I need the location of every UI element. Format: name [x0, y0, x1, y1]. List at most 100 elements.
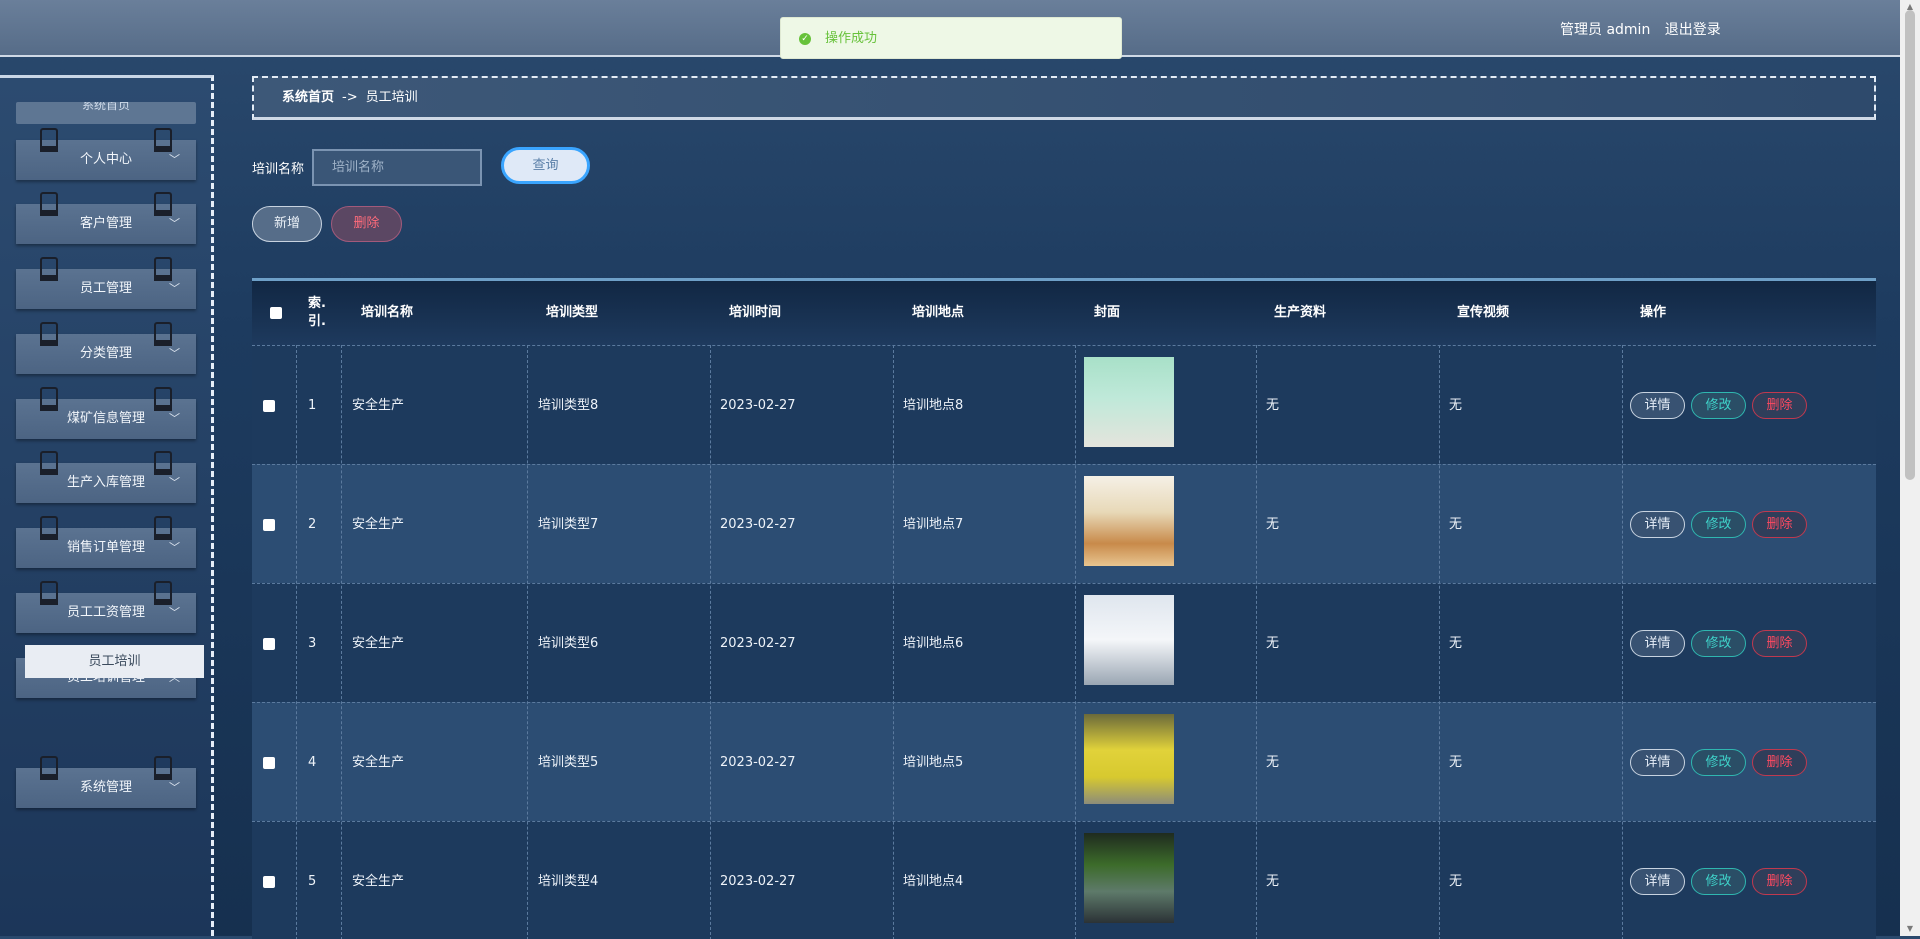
cell-time: 2023-02-27	[720, 636, 796, 651]
cell-video: 无	[1449, 398, 1463, 413]
sidebar-item-label: 销售订单管理	[66, 540, 145, 555]
table-row: 5 安全生产 培训类型4 2023-02-27 培训地点4 无 无 详情 修改 删除	[252, 821, 1876, 939]
add-button[interactable]: 新增	[252, 206, 322, 242]
binder-clip-icon	[40, 516, 58, 540]
detail-button[interactable]: 详情	[1630, 511, 1685, 538]
cell-material: 无	[1266, 517, 1280, 532]
chevron-down-icon: ﹀	[169, 476, 180, 489]
cover-thumbnail[interactable]	[1084, 833, 1174, 923]
delete-row-button[interactable]: 删除	[1752, 630, 1807, 657]
table-header: 索. 引. 培训名称 培训类型 培训时间 培训地点 封面 生产资料 宣传视频 操…	[252, 281, 1876, 345]
edit-button[interactable]: 修改	[1691, 630, 1746, 657]
cover-thumbnail[interactable]	[1084, 357, 1174, 447]
chevron-down-icon: ﹀	[169, 541, 180, 554]
cell-index: 5	[308, 874, 317, 889]
query-button[interactable]: 查询	[501, 147, 590, 184]
sidebar-item-label: 个人中心	[79, 152, 132, 167]
sidebar-item-system[interactable]: 系统管理 ﹀	[16, 756, 196, 808]
table-row: 3 安全生产 培训类型6 2023-02-27 培训地点6 无 无 详情 修改 删除	[252, 583, 1876, 703]
cell-name: 安全生产	[352, 636, 405, 651]
sidebar-item-label: 系统首页	[81, 102, 130, 112]
scrollbar-thumb[interactable]	[1905, 10, 1915, 480]
row-checkbox[interactable]	[263, 876, 275, 888]
sidebar-item-label: 员工管理	[79, 281, 132, 296]
sidebar-item-employee[interactable]: 员工管理 ﹀	[16, 257, 196, 309]
toast-message: 操作成功	[825, 31, 878, 46]
column-header-actions: 操作	[1640, 305, 1667, 320]
row-checkbox[interactable]	[263, 638, 275, 650]
edit-button[interactable]: 修改	[1691, 868, 1746, 895]
sidebar-item-category[interactable]: 分类管理 ﹀	[16, 322, 196, 374]
column-divider	[1622, 345, 1623, 939]
cell-material: 无	[1266, 755, 1280, 770]
sidebar-item-salary[interactable]: 员工工资管理 ﹀	[16, 581, 196, 633]
sidebar-item-label: 系统管理	[79, 780, 132, 795]
success-toast: ✓ 操作成功	[780, 17, 1122, 59]
scroll-down-icon[interactable]: ▼	[1900, 922, 1920, 936]
cell-time: 2023-02-27	[720, 517, 796, 532]
sidebar-item-coalmine[interactable]: 煤矿信息管理 ﹀	[16, 387, 196, 439]
column-header-cover: 封面	[1094, 305, 1121, 320]
column-header-time: 培训时间	[729, 305, 782, 320]
row-checkbox[interactable]	[263, 757, 275, 769]
cover-thumbnail[interactable]	[1084, 476, 1174, 566]
chevron-down-icon: ﹀	[169, 282, 180, 295]
sidebar-item-production[interactable]: 生产入库管理 ﹀	[16, 451, 196, 503]
cell-index: 3	[308, 636, 317, 651]
cell-place: 培训地点7	[903, 517, 964, 532]
cell-time: 2023-02-27	[720, 874, 796, 889]
batch-delete-button[interactable]: 删除	[331, 206, 402, 242]
cell-place: 培训地点6	[903, 636, 964, 651]
cell-video: 无	[1449, 755, 1463, 770]
detail-button[interactable]: 详情	[1630, 630, 1685, 657]
cell-material: 无	[1266, 636, 1280, 651]
delete-row-button[interactable]: 删除	[1752, 868, 1807, 895]
table-row: 2 安全生产 培训类型7 2023-02-27 培训地点7 无 无 详情 修改 删除	[252, 464, 1876, 584]
column-header-video: 宣传视频	[1457, 305, 1510, 320]
breadcrumb-current: 员工培训	[365, 90, 418, 105]
breadcrumb-home[interactable]: 系统首页	[282, 90, 334, 105]
submenu-item-employee-training[interactable]: 员工培训	[25, 645, 204, 678]
page-scrollbar[interactable]: ▲ ▼	[1900, 0, 1920, 936]
detail-button[interactable]: 详情	[1630, 749, 1685, 776]
delete-row-button[interactable]: 删除	[1752, 392, 1807, 419]
cell-name: 安全生产	[352, 517, 405, 532]
edit-button[interactable]: 修改	[1691, 749, 1746, 776]
detail-button[interactable]: 详情	[1630, 392, 1685, 419]
cell-place: 培训地点4	[903, 874, 964, 889]
sidebar-item-personal[interactable]: 个人中心 ﹀	[16, 128, 196, 180]
cell-type: 培训类型8	[538, 398, 599, 413]
sidebar-item-sales-order[interactable]: 销售订单管理 ﹀	[16, 516, 196, 568]
index-header-top: 索.	[308, 296, 326, 311]
delete-row-button[interactable]: 删除	[1752, 511, 1807, 538]
chevron-down-icon: ﹀	[169, 217, 180, 230]
binder-clip-icon	[40, 257, 58, 281]
column-divider	[1439, 345, 1440, 939]
column-divider	[1075, 345, 1076, 939]
select-all-checkbox[interactable]	[270, 307, 282, 319]
column-divider	[296, 345, 297, 939]
cell-type: 培训类型4	[538, 874, 599, 889]
chevron-down-icon: ﹀	[169, 606, 180, 619]
delete-row-button[interactable]: 删除	[1752, 749, 1807, 776]
cell-name: 安全生产	[352, 398, 405, 413]
edit-button[interactable]: 修改	[1691, 511, 1746, 538]
sidebar-item-label: 客户管理	[79, 216, 132, 231]
breadcrumb: 系统首页 -> 员工培训	[252, 76, 1876, 120]
training-table: 索. 引. 培训名称 培训类型 培训时间 培训地点 封面 生产资料 宣传视频 操…	[252, 278, 1876, 939]
search-label: 培训名称	[252, 162, 305, 177]
cover-thumbnail[interactable]	[1084, 714, 1174, 804]
logout-link[interactable]: 退出登录	[1665, 22, 1721, 38]
row-checkbox[interactable]	[263, 400, 275, 412]
sidebar-item-customer[interactable]: 客户管理 ﹀	[16, 192, 196, 244]
edit-button[interactable]: 修改	[1691, 392, 1746, 419]
row-checkbox[interactable]	[263, 519, 275, 531]
column-divider	[893, 345, 894, 939]
column-divider	[1256, 345, 1257, 939]
detail-button[interactable]: 详情	[1630, 868, 1685, 895]
cell-type: 培训类型6	[538, 636, 599, 651]
search-input[interactable]	[312, 149, 482, 186]
cover-thumbnail[interactable]	[1084, 595, 1174, 685]
chevron-down-icon: ﹀	[169, 781, 180, 794]
sidebar-item-home[interactable]: 系统首页	[16, 102, 196, 124]
